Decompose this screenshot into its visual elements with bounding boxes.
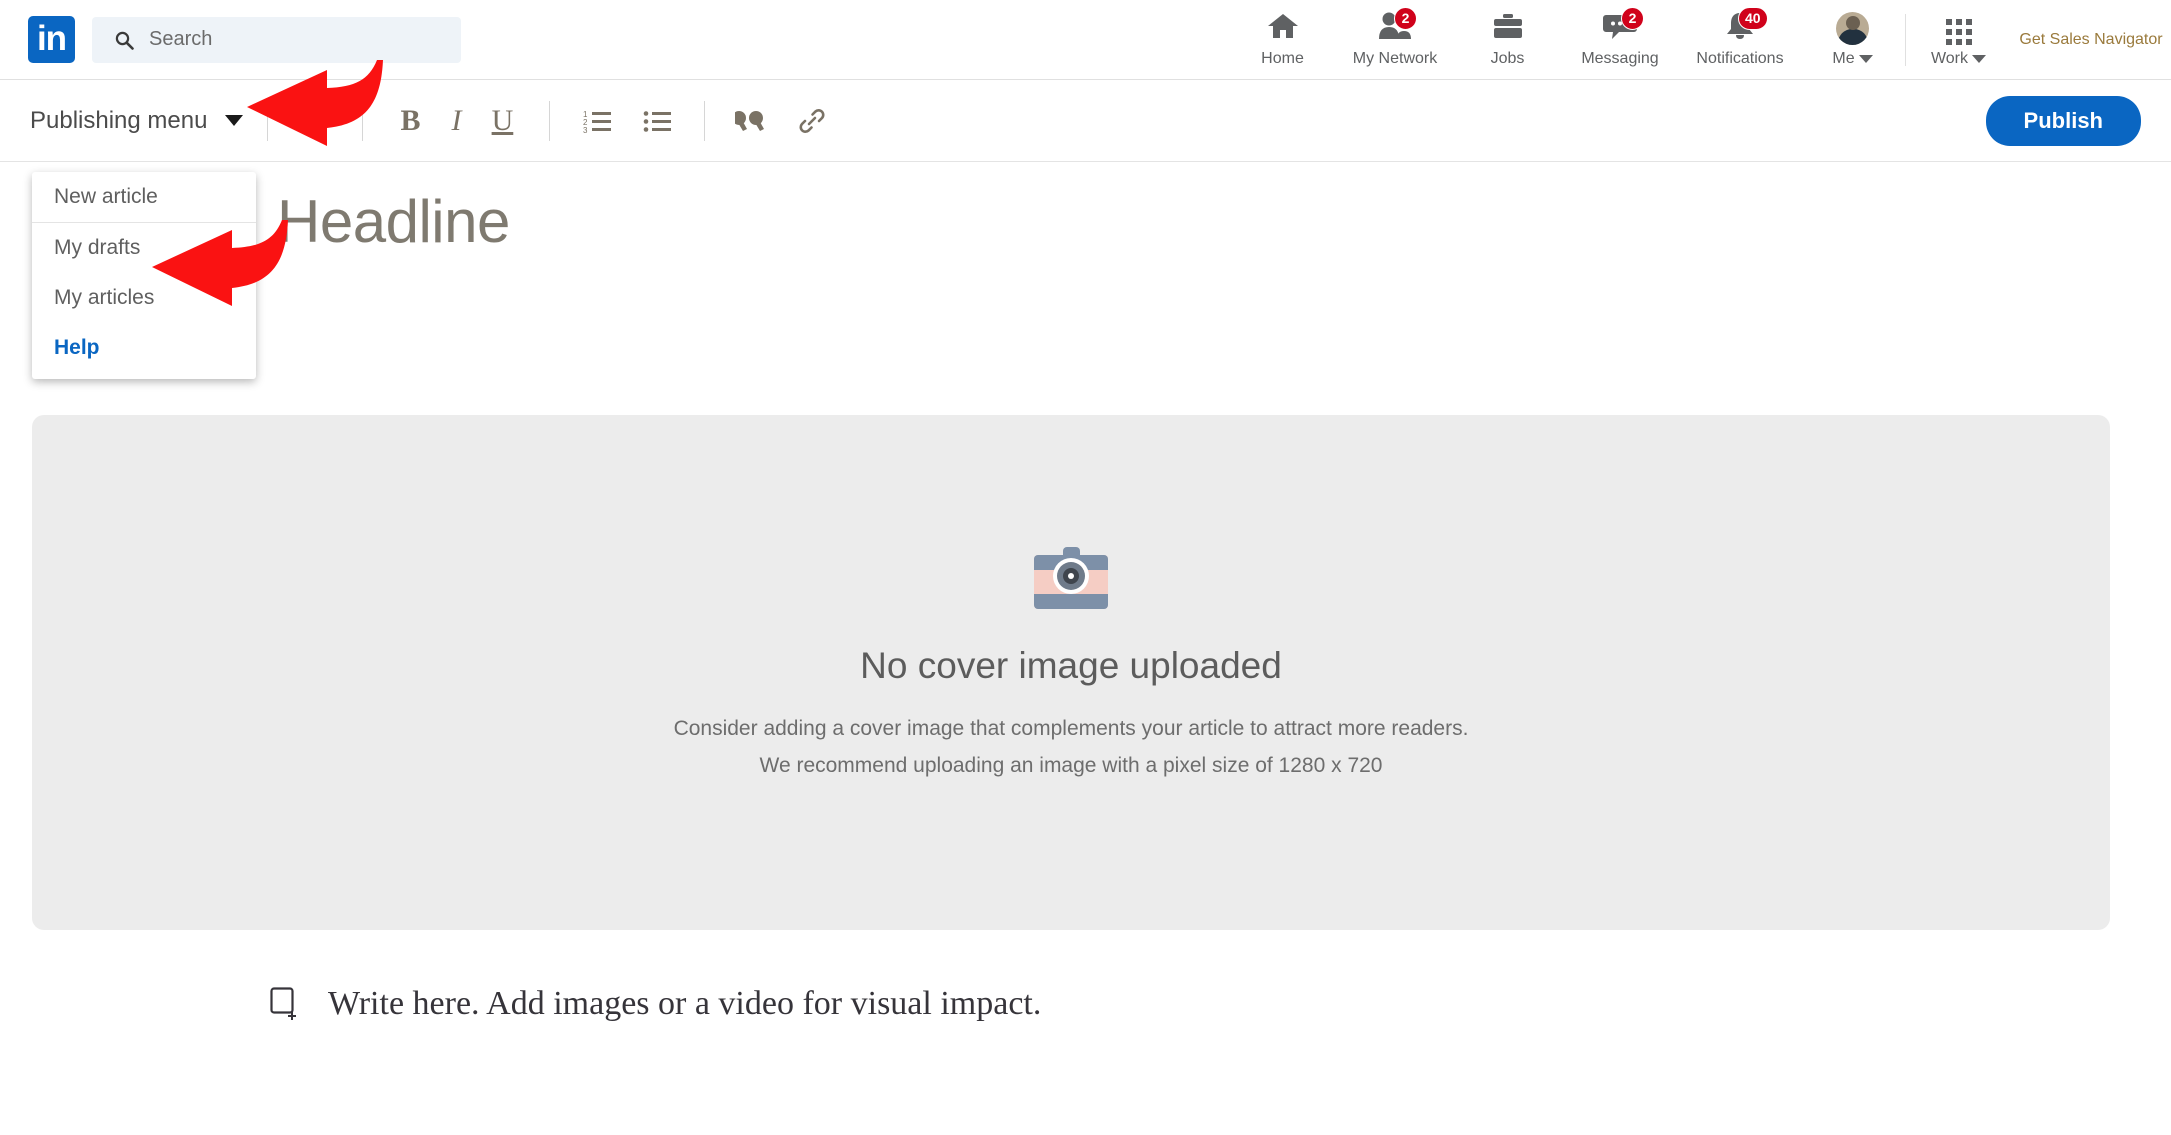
notifications-badge: 40 [1738,7,1768,30]
get-sales-navigator-link[interactable]: Get Sales Navigator [2011,0,2171,80]
bold-button[interactable]: B [387,98,433,144]
cover-image-dropzone[interactable]: No cover image uploaded Consider adding … [32,415,2110,930]
chevron-down-icon [1859,55,1873,63]
briefcase-icon [1492,12,1524,45]
message-bubble-icon-wrap: 2 [1603,11,1637,45]
search-input[interactable] [147,27,441,52]
dropdown-item-my-articles[interactable]: My articles [32,273,256,323]
avatar [1836,12,1869,45]
nav-item-home[interactable]: Home [1230,0,1335,80]
toolbar-separator [267,101,268,141]
article-body-placeholder-row[interactable]: Write here. Add images or a video for vi… [270,985,1041,1023]
nav-item-me-label: Me [1832,50,1872,68]
toolbar-separator [549,101,550,141]
briefcase-icon-wrap [1492,11,1524,45]
toolbar-separator [704,101,705,141]
format-style-dropdown[interactable] [292,98,338,144]
unordered-list-button[interactable] [634,98,680,144]
nav-item-jobs-label: Jobs [1491,50,1525,68]
editor-toolbar: Publishing menu B I U 1 2 3 [0,80,2171,162]
toolbar-separator [362,101,363,141]
cover-empty-title: No cover image uploaded [860,645,1282,687]
nav-item-notifications-label: Notifications [1696,50,1783,68]
my-network-badge: 2 [1394,7,1417,30]
nav-left-group: in [0,16,461,63]
dropdown-item-help[interactable]: Help [32,323,256,373]
italic-button[interactable]: I [433,98,479,144]
dropdown-item-new-article[interactable]: New article [32,172,256,222]
search-icon [114,30,134,50]
article-body-placeholder-text: Write here. Add images or a video for vi… [328,985,1041,1023]
camera-icon [1034,547,1108,609]
publish-button[interactable]: Publish [1986,96,2141,146]
nav-item-notifications[interactable]: 40 Notifications [1680,0,1800,80]
people-icon-wrap: 2 [1376,11,1414,45]
nav-item-my-network-label: My Network [1353,50,1437,68]
nav-item-me[interactable]: Me [1800,0,1905,80]
search-box[interactable] [92,17,461,63]
nav-item-jobs[interactable]: Jobs [1455,0,1560,80]
nav-item-messaging[interactable]: 2 Messaging [1560,0,1680,80]
nav-item-home-label: Home [1261,50,1304,68]
add-content-icon[interactable] [270,987,300,1021]
svg-text:3: 3 [583,126,588,133]
quote-button[interactable] [729,98,775,144]
global-nav: in Home [0,0,2171,80]
publishing-menu-label: Publishing menu [30,107,207,135]
dropdown-item-my-drafts[interactable]: My drafts [32,223,256,273]
linkedin-logo[interactable]: in [28,16,75,63]
home-icon [1267,12,1299,45]
nav-item-work-text: Work [1931,50,1968,68]
bell-icon-wrap: 40 [1724,11,1756,45]
publishing-dropdown-menu: New article My drafts My articles Help [32,172,256,379]
grid-icon-wrap [1946,11,1972,45]
underline-button[interactable]: U [479,98,525,144]
nav-item-work-label: Work [1931,50,1986,68]
headline-placeholder[interactable]: Headline [277,187,510,256]
nav-right-group: Home 2 My Network [1230,0,2171,80]
chevron-down-icon [1972,55,1986,63]
home-icon-wrap [1267,11,1299,45]
grid-icon [1946,19,1972,45]
messaging-badge: 2 [1621,7,1644,30]
chevron-down-icon [306,115,324,126]
ordered-list-button[interactable]: 1 2 3 [574,98,620,144]
publishing-menu-button[interactable]: Publishing menu [30,107,243,135]
nav-item-work[interactable]: Work [1906,0,2011,80]
nav-item-messaging-label: Messaging [1581,50,1658,68]
link-button[interactable] [789,98,835,144]
nav-item-me-text: Me [1832,50,1854,68]
cover-subtitle-line-1: Consider adding a cover image that compl… [674,711,1469,748]
nav-item-my-network[interactable]: 2 My Network [1335,0,1455,80]
cover-subtitle-line-2: We recommend uploading an image with a p… [674,748,1469,785]
avatar-wrap [1836,11,1869,45]
cover-empty-subtitle: Consider adding a cover image that compl… [674,711,1469,785]
publishing-menu-caret-icon [225,115,243,126]
